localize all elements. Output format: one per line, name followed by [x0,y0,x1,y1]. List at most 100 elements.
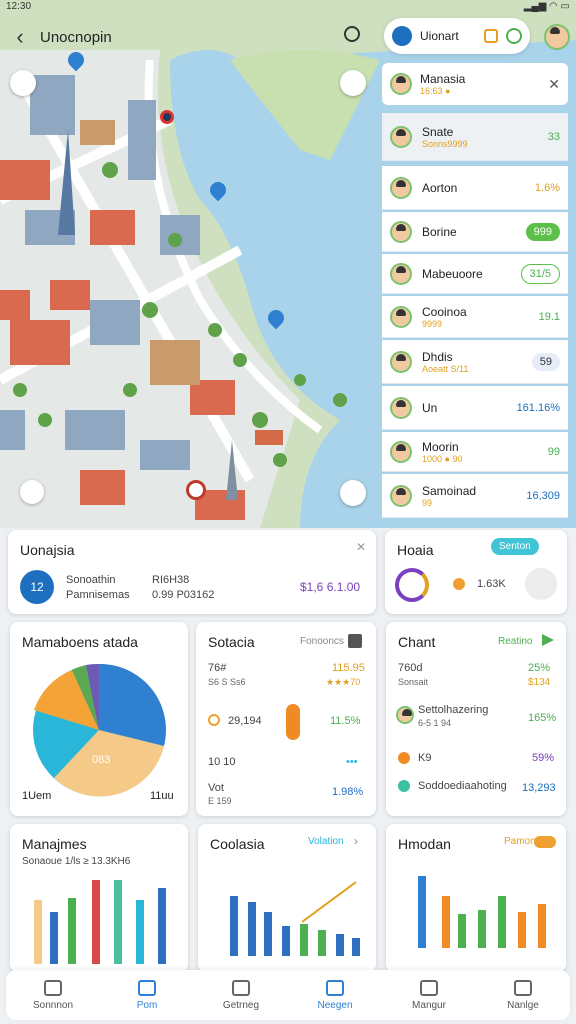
account-label: Uionart [420,29,459,43]
bottom2-link[interactable]: Volation [308,836,344,847]
map-icon [138,979,156,996]
list-item[interactable]: Samoinad 99 16,309 [382,474,568,518]
side-pill[interactable]: Senton [491,538,539,555]
list-item[interactable]: Dhdis Aoeatt S/11 59 [382,340,568,384]
chart-r1-value: 25% [528,662,551,674]
more-icon[interactable]: ••• [346,756,358,768]
nav-label: Pom [136,999,158,1011]
search-icon [514,979,532,996]
nav-item[interactable]: Nanlge [476,970,570,1020]
nav-item[interactable]: Getrneg [194,970,288,1020]
chart-r4-label: Soddoediaahoting [418,780,507,792]
list-item-value: 31/5 [520,263,560,284]
nav-item[interactable]: Sonnnon [6,970,100,1020]
stats-r1-stars: ★★★70 [326,677,361,687]
list-item-value: 99 [547,445,560,458]
coin-icon [453,578,465,590]
summary-line3: RI6H38 [152,574,190,586]
chevron-right-icon[interactable]: › [354,834,358,848]
status-time: 12:30 [6,1,32,12]
list-item[interactable]: Mabeuoore 31/5 [382,254,568,294]
map-pin-5[interactable] [186,480,206,500]
stats-r4-label: Vot [208,782,224,794]
side-mid: 1.63K [477,578,506,590]
chart-r4-value: 13,293 [522,782,556,794]
summary-card[interactable]: Uonajsia ✕ 12 Sonoathin Pamnisemas RI6H3… [8,530,376,614]
close-icon[interactable]: ✕ [356,540,366,554]
nav-item[interactable]: Mangur [382,970,476,1020]
key-icon [286,704,300,740]
progress-ring [395,568,429,602]
trend-line [302,881,357,923]
list-item[interactable]: Borine 999 [382,212,568,252]
notification-name: Manasia [420,72,466,86]
pie-card[interactable]: Mamaboens atada 083 1Uem 11uu [10,622,188,816]
list-item[interactable]: Un 161.16% [382,386,568,430]
list-item[interactable]: Aorton 1.6% [382,166,568,210]
list-item-value: 999 [525,222,560,241]
list-item-name: Un [422,400,438,415]
stats-r1-sub: S6 S Ss6 [208,677,246,687]
check-icon[interactable] [506,28,522,44]
stats-r4-sub: E 159 [208,796,232,806]
list-item-value: 1.6% [534,181,560,194]
chart-r3-label: K9 [418,752,432,764]
list-item-value: 16,309 [526,489,560,502]
bar-chart-1 [34,872,184,964]
list-item-sub: Sonns9999 [422,138,468,149]
chart-r2-sub: 6-5 1 94 [418,718,452,728]
nav-label: Getrneg [222,999,260,1011]
chart-r2-label: Settolhazering [418,704,489,716]
list-item-name: Moorin [422,439,459,454]
bag-icon [420,979,438,996]
status-icons: ▂▄▆ ◠ ▭ [523,1,570,12]
map-pin-4[interactable] [160,110,174,124]
account-pill[interactable]: Uionart [384,18,530,54]
list-item-name: Cooinoa [422,304,467,319]
list-item-name: Samoinad [422,483,477,498]
search-icon[interactable] [344,26,360,42]
chart-card[interactable]: Chant Reatino 760d Sonsait 25% $134 Sett… [386,622,566,816]
nav-item[interactable]: Neegen [288,970,382,1020]
stats-r1-value: 115.95 [332,662,365,674]
play-icon[interactable] [542,634,554,646]
avatar [390,176,412,199]
list-item[interactable]: Snate Sonns9999 33 [382,113,568,161]
list-item-value: 59 [531,352,560,371]
back-icon[interactable]: ‹ [0,24,40,50]
chart-r1-value2: $134 [528,677,551,688]
bottom-card-2[interactable]: Coolasia Volation › [198,824,376,972]
chart-link[interactable]: Reatino [498,636,532,647]
list-item[interactable]: Moorin 1000 ● 90 99 [382,432,568,472]
stats-title: Sotacia [208,634,255,650]
stats-link[interactable]: Fonooncs [300,636,344,647]
bottom-card-1[interactable]: Manajmes Sonaoue 1/ls ≥ 13.3KH6 [10,824,188,972]
close-icon[interactable]: ✕ [548,76,560,93]
map-pin-6[interactable] [20,480,44,504]
notification-sub: 16:63 ● [420,86,451,96]
toggle-switch[interactable] [534,836,556,848]
map-pin-9[interactable] [10,70,36,96]
summary-amount: $1,6 6.1.00 [300,580,361,594]
user-avatar[interactable] [544,24,570,50]
bottom1-sub: Sonaoue 1/ls ≥ 13.3KH6 [22,856,131,867]
chart-r3-value: 59% [532,752,555,764]
chart-r2-value: 165% [528,712,557,724]
notification-card[interactable]: Manasia 16:63 ● ✕ [382,63,568,105]
map-pin-8[interactable] [340,70,366,96]
pie-label-mid: 083 [92,754,111,766]
bottom-card-3[interactable]: Hmodan Pamon [386,824,566,972]
side-card[interactable]: Hoaia Senton 1.63K [385,530,567,614]
map-pin-7[interactable] [340,480,366,506]
nav-item[interactable]: Pom [100,970,194,1020]
list-item-name: Dhdis [422,349,453,364]
stats-card[interactable]: Sotacia Fonooncs 76# S6 S Ss6 115.95 ★★★… [196,622,376,816]
list-item[interactable]: Cooinoa 9999 19.1 [382,296,568,338]
pie-label-right: 11uu [150,790,174,802]
bottom3-link[interactable]: Pamon [504,836,536,847]
nav-label: Neegen [317,999,353,1011]
share-icon[interactable] [348,634,362,648]
nav-label: Mangur [412,999,446,1011]
home-icon[interactable] [484,29,498,43]
bottom2-title: Coolasia [210,836,265,852]
